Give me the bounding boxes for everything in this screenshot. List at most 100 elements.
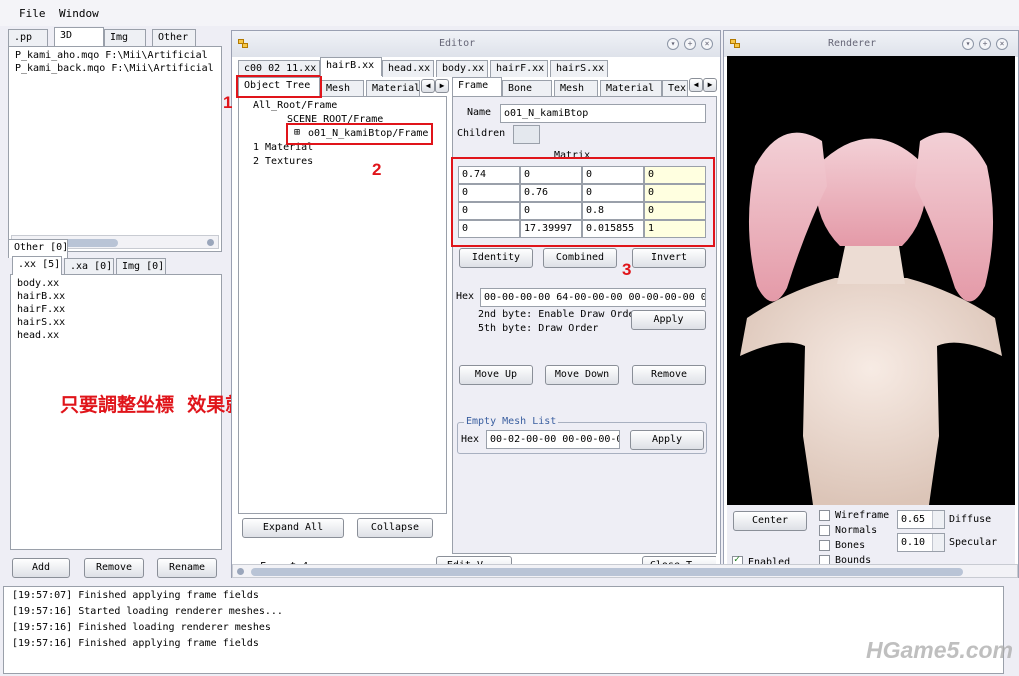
- stepper-arrows-icon[interactable]: [932, 511, 944, 528]
- matrix-cell[interactable]: 17.39997: [520, 220, 582, 238]
- invert-button[interactable]: Invert: [632, 248, 706, 268]
- tab-3d[interactable]: 3D: [54, 27, 104, 46]
- tab-scroll-left-icon[interactable]: ◀: [689, 78, 703, 92]
- bones-checkbox[interactable]: [819, 540, 830, 551]
- expand-icon[interactable]: ⊞: [294, 127, 300, 138]
- file-tab-c00[interactable]: c00 02 11.xx: [238, 60, 320, 77]
- matrix-cell[interactable]: 0: [458, 202, 520, 220]
- renderer-title-bar: Renderer ▾ + ×: [724, 31, 1018, 57]
- matrix-cell[interactable]: 0: [458, 184, 520, 202]
- close-icon[interactable]: ×: [701, 38, 713, 50]
- scroll-left-dot[interactable]: [237, 568, 244, 575]
- file-tab-hairb[interactable]: hairB.xx: [320, 57, 382, 76]
- float-icon[interactable]: +: [684, 38, 696, 50]
- remove-frame-button[interactable]: Remove: [632, 365, 706, 385]
- tab-object-tree[interactable]: Object Tree: [238, 77, 320, 96]
- log-line: [19:57:16] Finished loading renderer mes…: [12, 622, 271, 633]
- list-item[interactable]: hairB.xx: [17, 291, 65, 302]
- object-tree[interactable]: All_Root/Frame SCENE_ROOT/Frame ⊞ o01_N_…: [238, 96, 447, 514]
- children-box[interactable]: [513, 125, 540, 144]
- tab-tex[interactable]: Tex: [662, 80, 688, 97]
- log-panel[interactable]: [19:57:07] Finished applying frame field…: [3, 586, 1004, 674]
- matrix-cell[interactable]: 0: [644, 166, 706, 184]
- tree-node-root[interactable]: All_Root/Frame: [253, 100, 337, 111]
- file-tab-body[interactable]: body.xx: [436, 60, 488, 77]
- tree-node-kamibtop[interactable]: o01_N_kamiBtop/Frame: [308, 128, 428, 139]
- empty-mesh-apply-button[interactable]: Apply: [630, 430, 704, 450]
- tab-frame[interactable]: Frame: [452, 77, 502, 96]
- matrix-cell[interactable]: 1: [644, 220, 706, 238]
- matrix-cell[interactable]: 0.76: [520, 184, 582, 202]
- expand-all-button[interactable]: Expand All: [242, 518, 344, 538]
- tab-scroll-left-icon[interactable]: ◀: [421, 79, 435, 93]
- specular-stepper[interactable]: 0.10: [897, 533, 945, 552]
- move-up-button[interactable]: Move Up: [459, 365, 533, 385]
- list-item[interactable]: body.xx: [17, 278, 59, 289]
- list-item[interactable]: hairS.xx: [17, 317, 65, 328]
- tab-material-right[interactable]: Material: [600, 80, 662, 97]
- remove-button[interactable]: Remove: [84, 558, 144, 578]
- menu-file[interactable]: File: [19, 7, 46, 20]
- mqo-file-list[interactable]: P_kami_aho.mqo F:\Mii\Artificial P_kami_…: [8, 46, 222, 252]
- tab-img[interactable]: Img: [104, 29, 146, 46]
- collapse-button[interactable]: Collapse: [357, 518, 433, 538]
- model-head-hair: [815, 138, 927, 246]
- rename-button[interactable]: Rename: [157, 558, 217, 578]
- matrix-cell[interactable]: 0: [458, 220, 520, 238]
- scroll-thumb[interactable]: [251, 568, 963, 576]
- matrix-cell[interactable]: 0.015855: [582, 220, 644, 238]
- file-tab-hairf[interactable]: hairF.xx: [490, 60, 548, 77]
- workspace-scrollbar[interactable]: [232, 564, 1018, 578]
- name-input[interactable]: o01_N_kamiBtop: [500, 104, 706, 123]
- file-tab-head[interactable]: head.xx: [382, 60, 434, 77]
- stepper-arrows-icon[interactable]: [932, 534, 944, 551]
- apply-button[interactable]: Apply: [631, 310, 706, 330]
- tab-scroll-right-icon[interactable]: ▶: [435, 79, 449, 93]
- combined-button[interactable]: Combined: [543, 248, 617, 268]
- matrix-cell[interactable]: 0.8: [582, 202, 644, 220]
- dropdown-icon[interactable]: ▾: [962, 38, 974, 50]
- list-item[interactable]: P_kami_aho.mqo F:\Mii\Artificial: [15, 50, 208, 61]
- tab-other[interactable]: Other: [152, 29, 196, 46]
- tab-bone[interactable]: Bone: [502, 80, 552, 97]
- identity-button[interactable]: Identity: [459, 248, 533, 268]
- matrix-cell[interactable]: 0.74: [458, 166, 520, 184]
- menu-window[interactable]: Window: [59, 7, 99, 20]
- add-button[interactable]: Add: [12, 558, 70, 578]
- tab-mesh[interactable]: Mesh: [320, 80, 364, 97]
- wireframe-checkbox[interactable]: [819, 510, 830, 521]
- empty-mesh-group: Empty Mesh List Hex 00-02-00-00 00-00-00…: [457, 416, 707, 454]
- matrix-cell[interactable]: 0: [644, 202, 706, 220]
- matrix-cell[interactable]: 0: [582, 184, 644, 202]
- list-item[interactable]: hairF.xx: [17, 304, 65, 315]
- tree-node-textures[interactable]: 2 Textures: [253, 156, 313, 167]
- matrix-cell[interactable]: 0: [582, 166, 644, 184]
- tab-material[interactable]: Material: [366, 80, 420, 97]
- file-tab-hairs[interactable]: hairS.xx: [550, 60, 608, 77]
- move-down-button[interactable]: Move Down: [545, 365, 619, 385]
- tab-pp[interactable]: .pp: [8, 29, 48, 46]
- hex-input[interactable]: 00-00-00-00 64-00-00-00 00-00-00-00 0: [480, 288, 706, 307]
- list-item[interactable]: head.xx: [17, 330, 59, 341]
- matrix-cell[interactable]: 0: [520, 166, 582, 184]
- list-item[interactable]: P_kami_back.mqo F:\Mii\Artificial: [15, 63, 214, 74]
- tree-node-scene[interactable]: SCENE_ROOT/Frame: [287, 114, 383, 125]
- name-label: Name: [467, 107, 492, 118]
- render-viewport[interactable]: [727, 56, 1015, 505]
- tab-img-count[interactable]: Img [0]: [116, 258, 166, 275]
- close-icon[interactable]: ×: [996, 38, 1008, 50]
- matrix-cell[interactable]: 0: [644, 184, 706, 202]
- tab-xx[interactable]: .xx [5]: [12, 256, 62, 275]
- center-button[interactable]: Center: [733, 511, 807, 531]
- tree-node-material[interactable]: 1 Material: [253, 142, 313, 153]
- tab-mesh-right[interactable]: Mesh: [554, 80, 598, 97]
- normals-checkbox[interactable]: [819, 525, 830, 536]
- dropdown-icon[interactable]: ▾: [667, 38, 679, 50]
- float-icon[interactable]: +: [979, 38, 991, 50]
- tab-xa[interactable]: .xa [0]: [64, 258, 114, 275]
- diffuse-stepper[interactable]: 0.65: [897, 510, 945, 529]
- empty-mesh-hex-input[interactable]: 00-02-00-00 00-00-00-0: [486, 430, 620, 449]
- scroll-right-dot[interactable]: [207, 239, 214, 246]
- matrix-cell[interactable]: 0: [520, 202, 582, 220]
- tab-scroll-right-icon[interactable]: ▶: [703, 78, 717, 92]
